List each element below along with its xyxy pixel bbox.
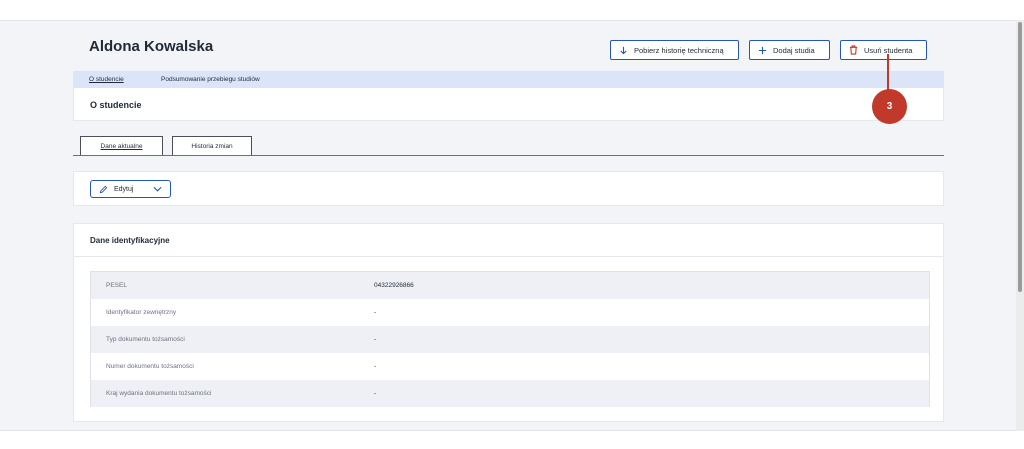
row-value: - [374,336,377,343]
row-value: 04322926866 [374,282,414,289]
scrollbar-thumb[interactable] [1018,22,1022,292]
pencil-icon [99,185,108,193]
identification-title: Dane identyfikacyjne [90,236,170,245]
subtab-history-label: Historia zmian [191,142,233,150]
row-value: - [374,309,377,316]
edit-card: Edytuj [73,171,944,206]
row-label: PESEL [106,282,127,289]
row-value: - [374,390,377,397]
table-row: Typ dokumentu tożsamości - [91,326,929,353]
row-label: Numer dokumentu tożsamości [106,363,194,370]
plus-icon [758,46,767,54]
section-title: O studencie [90,100,142,110]
about-section: O studencie [73,88,944,121]
identification-card: Dane identyfikacyjne PESEL 04322926866 I… [73,223,944,422]
download-history-button[interactable]: Pobierz historię techniczną [610,40,739,60]
tab-o-studencie[interactable]: O studencie [89,71,124,88]
student-name: Aldona Kowalska [89,38,214,55]
row-value: - [374,363,377,370]
card-divider [74,256,943,257]
edit-label: Edytuj [114,185,134,193]
remove-student-button[interactable]: Usuń studenta [840,40,927,60]
table-row: Numer dokumentu tożsamości - [91,353,929,380]
row-label: Identyfikator zewnętrzny [106,309,177,316]
download-history-label: Pobierz historię techniczną [634,45,724,55]
trash-icon [849,45,858,55]
table-row: Identyfikator zewnętrzny - [91,299,929,326]
table-row: Kraj wydania dokumentu tożsamości - [91,380,929,407]
subtab-current-label: Dane aktualne [100,142,143,150]
tab-podsumowanie[interactable]: Podsumowanie przebiegu studiów [161,71,260,88]
subtab-current-data[interactable]: Dane aktualne [80,136,163,155]
row-label: Kraj wydania dokumentu tożsamości [106,390,212,397]
callout-line [887,54,889,90]
subtab-change-history[interactable]: Historia zmian [172,136,252,155]
edit-dropdown-button[interactable]: Edytuj [90,180,171,198]
add-studies-label: Dodaj studia [773,45,815,55]
subtab-divider [73,155,944,156]
row-label: Typ dokumentu tożsamości [106,336,185,343]
scrollbar[interactable] [1016,20,1024,431]
main-tabs: O studencie Podsumowanie przebiegu studi… [73,71,944,88]
step-badge: 3 [872,89,907,124]
add-studies-button[interactable]: Dodaj studia [749,40,830,60]
table-row: PESEL 04322926866 [91,272,929,299]
arrow-down-icon [620,46,627,54]
chevron-down-icon [153,186,162,192]
identification-table: PESEL 04322926866 Identyfikator zewnętrz… [90,271,930,407]
